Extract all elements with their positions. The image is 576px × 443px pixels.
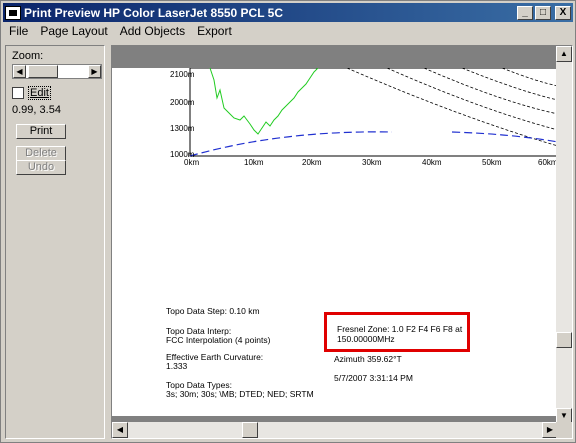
menu-page-layout[interactable]: Page Layout <box>34 24 113 38</box>
delete-button[interactable]: Delete <box>16 146 66 161</box>
menu-add-objects[interactable]: Add Objects <box>114 24 191 38</box>
zoom-label: Zoom: <box>12 50 44 62</box>
preview-page: 2100m 2000m 1300m 1000m 0km 10km 20km 30… <box>112 67 559 416</box>
fresnel-zone-text: Fresnel Zone: 1.0 F2 F4 F6 F8 at <box>337 324 463 334</box>
x-tick-label: 50km <box>482 158 502 167</box>
timestamp-text: 5/7/2007 3:31:14 PM <box>334 373 413 383</box>
x-tick-label: 40km <box>422 158 442 167</box>
edit-checkbox[interactable] <box>12 87 24 99</box>
azimuth-text: Azimuth 359.62°T <box>334 354 402 364</box>
x-tick-label: 20km <box>302 158 322 167</box>
path-profile-chart: 2100m 2000m 1300m 1000m 0km 10km 20km 30… <box>162 67 559 178</box>
preview-viewport[interactable]: 2100m 2000m 1300m 1000m 0km 10km 20km 30… <box>111 45 573 439</box>
left-panel: Zoom: ◀ ▶ Edit 0.99, 3.54 Print Delete U… <box>5 45 105 439</box>
x-tick-label: 60km <box>538 158 558 167</box>
edit-checkbox-row[interactable]: Edit <box>12 86 51 100</box>
y-tick-label: 2000m <box>170 98 195 107</box>
print-preview-window: Print Preview HP Color LaserJet 8550 PCL… <box>0 0 576 443</box>
close-button[interactable]: X <box>555 5 571 20</box>
undo-button[interactable]: Undo <box>16 160 66 175</box>
topo-interp-value: FCC Interpolation (4 points) <box>166 335 271 345</box>
scroll-up-arrow-icon[interactable]: ▲ <box>556 46 572 62</box>
x-tick-label: 10km <box>244 158 264 167</box>
x-tick-label: 0km <box>184 158 200 167</box>
app-icon <box>5 5 21 20</box>
menu-export[interactable]: Export <box>191 24 238 38</box>
earth-curvature-value: 1.333 <box>166 361 188 371</box>
zoom-slider-thumb[interactable] <box>28 65 58 78</box>
menu-bar: File Page Layout Add Objects Export <box>3 22 573 40</box>
scrollbar-corner <box>556 422 572 438</box>
topo-step-text: Topo Data Step: 0.10 km <box>166 306 260 316</box>
scroll-left-arrow-icon[interactable]: ◀ <box>112 422 128 438</box>
y-tick-label: 1300m <box>170 124 195 133</box>
title-bar[interactable]: Print Preview HP Color LaserJet 8550 PCL… <box>3 3 573 22</box>
window-title: Print Preview HP Color LaserJet 8550 PCL… <box>24 5 284 20</box>
plot-frame <box>189 67 559 157</box>
cursor-coordinates: 0.99, 3.54 <box>12 104 61 116</box>
menu-file[interactable]: File <box>3 24 34 38</box>
maximize-button[interactable]: □ <box>535 5 551 20</box>
minimize-button[interactable]: _ <box>517 5 533 20</box>
edit-label[interactable]: Edit <box>28 86 51 100</box>
vertical-scrollbar[interactable]: ▲ ▼ <box>556 46 572 424</box>
zoom-slider[interactable]: ◀ ▶ <box>12 64 102 79</box>
x-tick-label: 30km <box>362 158 382 167</box>
topo-types-value: 3s; 30m; 30s; \MB; DTED; NED; SRTM <box>166 389 314 399</box>
vertical-scroll-thumb[interactable] <box>556 332 572 348</box>
y-tick-label: 2100m <box>170 70 195 79</box>
print-button[interactable]: Print <box>16 124 66 139</box>
fresnel-frequency-text: 150.00000MHz <box>337 334 395 344</box>
horizontal-scrollbar[interactable]: ◀ ▶ <box>112 422 558 438</box>
zoom-left-arrow-icon[interactable]: ◀ <box>13 65 26 78</box>
zoom-right-arrow-icon[interactable]: ▶ <box>88 65 101 78</box>
horizontal-scroll-thumb[interactable] <box>242 422 258 438</box>
